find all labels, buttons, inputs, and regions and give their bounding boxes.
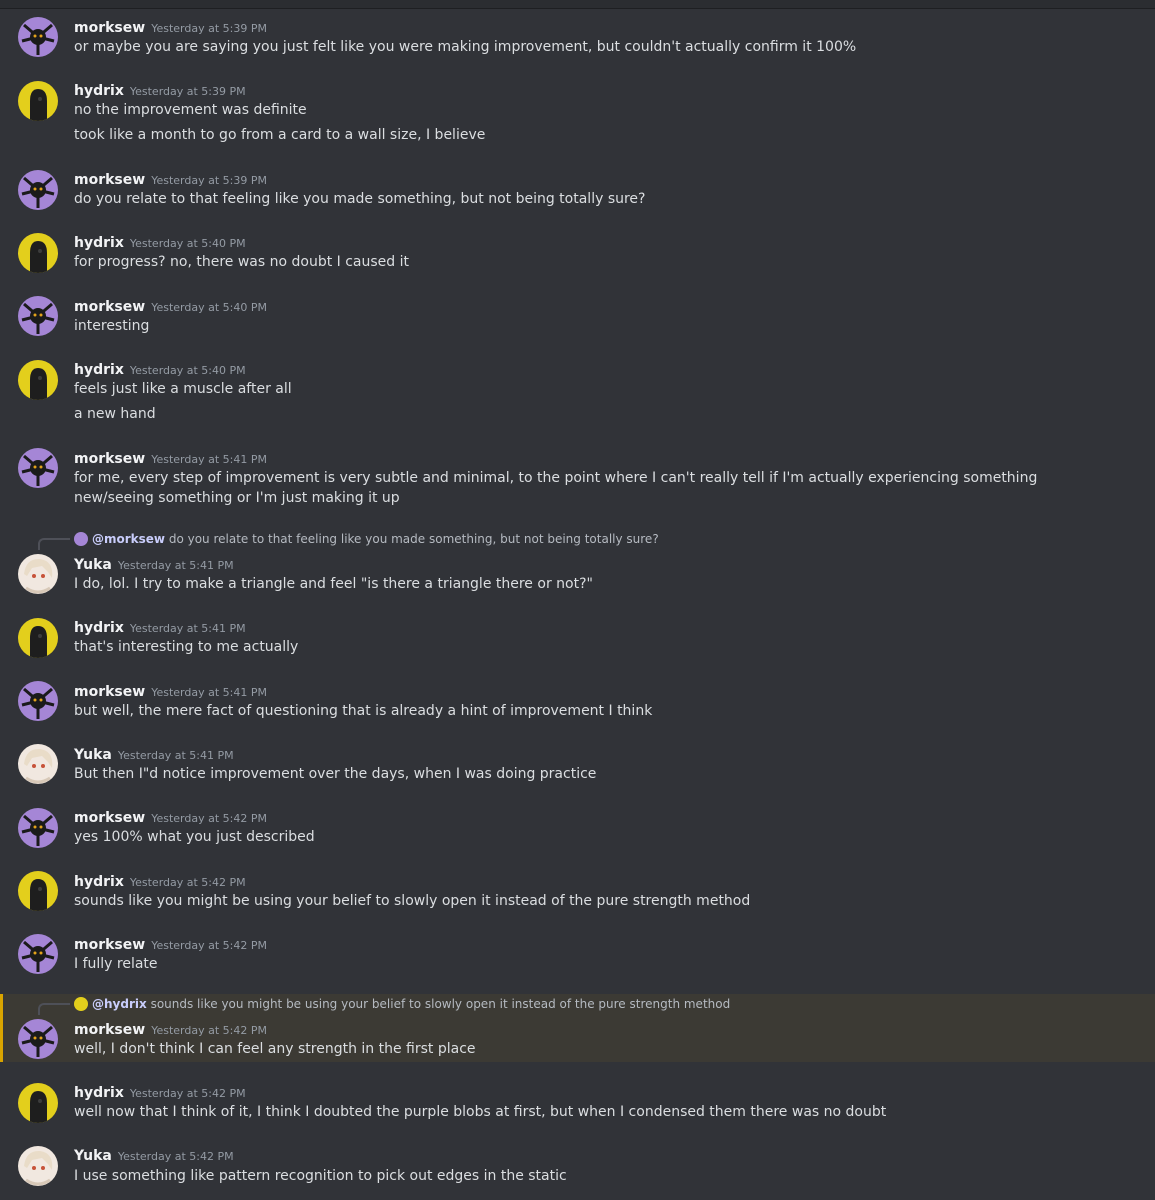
- message-header: morksew Yesterday at 5:39 PM: [74, 17, 267, 37]
- username[interactable]: morksew: [74, 684, 145, 700]
- message-text: that's interesting to me actually: [74, 639, 299, 655]
- timestamp: Yesterday at 5:39 PM: [151, 22, 267, 35]
- message-text: do you relate to that feeling like you m…: [74, 191, 646, 207]
- message-header: Yuka Yesterday at 5:41 PM: [74, 554, 234, 574]
- message-header: morksew Yesterday at 5:42 PM: [74, 807, 267, 827]
- avatar-morksew[interactable]: [18, 170, 58, 210]
- reply-connector: [38, 538, 70, 550]
- username[interactable]: Yuka: [74, 1148, 112, 1164]
- avatar-hydrix[interactable]: [18, 360, 58, 400]
- username[interactable]: morksew: [74, 1022, 145, 1038]
- reply-avatar-icon: [74, 997, 88, 1011]
- timestamp: Yesterday at 5:39 PM: [129, 85, 246, 98]
- timestamp: Yesterday at 5:42 PM: [117, 1150, 234, 1163]
- avatar-hydrix[interactable]: [18, 1083, 58, 1123]
- avatar-morksew[interactable]: [18, 448, 58, 488]
- message-text: for me, every step of improvement is ver…: [74, 470, 1038, 506]
- message-text: for progress? no, there was no doubt I c…: [74, 254, 410, 270]
- timestamp: Yesterday at 5:41 PM: [151, 453, 267, 466]
- message-header: morksew Yesterday at 5:41 PM: [74, 681, 267, 701]
- avatar-hydrix[interactable]: [18, 81, 58, 121]
- reply-mention[interactable]: @morksew: [92, 532, 165, 546]
- reply-mention[interactable]: @hydrix: [92, 997, 147, 1011]
- message-text: I fully relate: [74, 956, 158, 972]
- avatar-hydrix[interactable]: [18, 871, 58, 911]
- message-text: I use something like pattern recognition…: [74, 1168, 567, 1184]
- message-header: hydrix Yesterday at 5:40 PM: [74, 359, 246, 379]
- message-text: But then I"d notice improvement over the…: [74, 766, 597, 782]
- message-text: took like a month to go from a card to a…: [74, 127, 486, 143]
- timestamp: Yesterday at 5:41 PM: [117, 749, 234, 762]
- username[interactable]: Yuka: [74, 747, 112, 763]
- timestamp: Yesterday at 5:42 PM: [151, 1024, 267, 1037]
- message-text: feels just like a muscle after all: [74, 381, 292, 397]
- reply-text: do you relate to that feeling like you m…: [168, 532, 659, 546]
- reply-text: sounds like you might be using your beli…: [150, 997, 731, 1011]
- username[interactable]: hydrix: [74, 235, 124, 251]
- message-header: hydrix Yesterday at 5:42 PM: [74, 1082, 246, 1102]
- message-text: yes 100% what you just described: [74, 829, 315, 845]
- avatar-hydrix[interactable]: [18, 233, 58, 273]
- message-header: hydrix Yesterday at 5:42 PM: [74, 871, 246, 891]
- timestamp: Yesterday at 5:40 PM: [151, 301, 267, 314]
- message-header: hydrix Yesterday at 5:39 PM: [74, 80, 246, 100]
- message-text: interesting: [74, 318, 150, 334]
- username[interactable]: morksew: [74, 299, 145, 315]
- username[interactable]: hydrix: [74, 1085, 124, 1101]
- avatar-morksew[interactable]: [18, 17, 58, 57]
- timestamp: Yesterday at 5:39 PM: [151, 174, 267, 187]
- message-text: well now that I think of it, I think I d…: [74, 1104, 887, 1120]
- username[interactable]: morksew: [74, 451, 145, 467]
- message-text: but well, the mere fact of questioning t…: [74, 703, 653, 719]
- timestamp: Yesterday at 5:40 PM: [129, 364, 246, 377]
- timestamp: Yesterday at 5:40 PM: [129, 237, 246, 250]
- timestamp: Yesterday at 5:42 PM: [129, 876, 246, 889]
- username[interactable]: morksew: [74, 810, 145, 826]
- message-text: or maybe you are saying you just felt li…: [74, 39, 857, 55]
- username[interactable]: hydrix: [74, 620, 124, 636]
- avatar-yuka[interactable]: [18, 1146, 58, 1186]
- message-header: morksew Yesterday at 5:39 PM: [74, 169, 267, 189]
- message-header: morksew Yesterday at 5:40 PM: [74, 296, 267, 316]
- avatar-yuka[interactable]: [18, 554, 58, 594]
- username[interactable]: Yuka: [74, 557, 112, 573]
- username[interactable]: morksew: [74, 937, 145, 953]
- username[interactable]: hydrix: [74, 362, 124, 378]
- message-text: I do, lol. I try to make a triangle and …: [74, 576, 593, 592]
- message-header: hydrix Yesterday at 5:41 PM: [74, 617, 246, 637]
- message-header: Yuka Yesterday at 5:41 PM: [74, 744, 234, 764]
- top-bar: [0, 0, 1155, 9]
- message-header: morksew Yesterday at 5:41 PM: [74, 448, 267, 468]
- timestamp: Yesterday at 5:41 PM: [129, 622, 246, 635]
- username[interactable]: hydrix: [74, 874, 124, 890]
- avatar-yuka[interactable]: [18, 744, 58, 784]
- timestamp: Yesterday at 5:41 PM: [151, 686, 267, 699]
- username[interactable]: morksew: [74, 20, 145, 36]
- avatar-morksew[interactable]: [18, 1019, 58, 1059]
- timestamp: Yesterday at 5:42 PM: [151, 939, 267, 952]
- message-text: sounds like you might be using your beli…: [74, 893, 751, 909]
- reply-avatar-icon: [74, 532, 88, 546]
- message-header: morksew Yesterday at 5:42 PM: [74, 1019, 267, 1039]
- timestamp: Yesterday at 5:42 PM: [129, 1087, 246, 1100]
- avatar-morksew[interactable]: [18, 808, 58, 848]
- avatar-morksew[interactable]: [18, 296, 58, 336]
- avatar-hydrix[interactable]: [18, 618, 58, 658]
- message-text: a new hand: [74, 406, 156, 422]
- timestamp: Yesterday at 5:42 PM: [151, 812, 267, 825]
- message-text: no the improvement was definite: [74, 102, 307, 118]
- message-header: morksew Yesterday at 5:42 PM: [74, 934, 267, 954]
- timestamp: Yesterday at 5:41 PM: [117, 559, 234, 572]
- avatar-morksew[interactable]: [18, 681, 58, 721]
- message-text: well, I don't think I can feel any stren…: [74, 1041, 476, 1057]
- message-header: hydrix Yesterday at 5:40 PM: [74, 232, 246, 252]
- username[interactable]: morksew: [74, 172, 145, 188]
- message-header: Yuka Yesterday at 5:42 PM: [74, 1145, 234, 1165]
- avatar-morksew[interactable]: [18, 934, 58, 974]
- reply-connector: [38, 1003, 70, 1015]
- reply-preview[interactable]: @morksew do you relate to that feeling l…: [74, 532, 659, 546]
- reply-preview[interactable]: @hydrix sounds like you might be using y…: [74, 997, 730, 1011]
- username[interactable]: hydrix: [74, 83, 124, 99]
